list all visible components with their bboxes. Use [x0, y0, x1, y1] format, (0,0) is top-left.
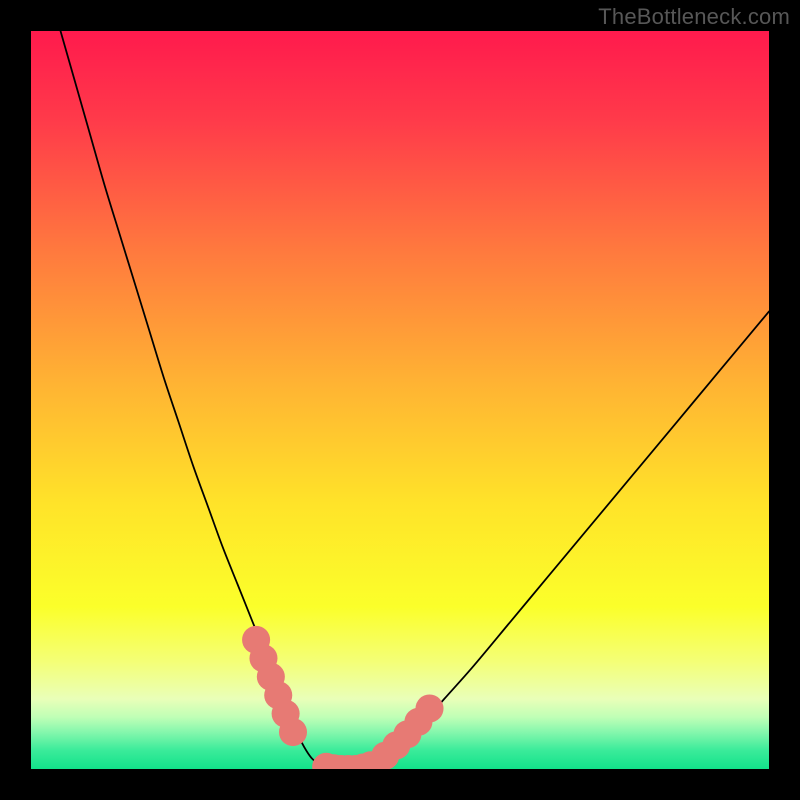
curve-marker [279, 718, 307, 746]
plot-area [31, 31, 769, 769]
curve-marker [415, 694, 443, 722]
chart-stage: TheBottleneck.com [0, 0, 800, 800]
bottleneck-curve [31, 31, 769, 769]
watermark-text: TheBottleneck.com [598, 4, 790, 30]
